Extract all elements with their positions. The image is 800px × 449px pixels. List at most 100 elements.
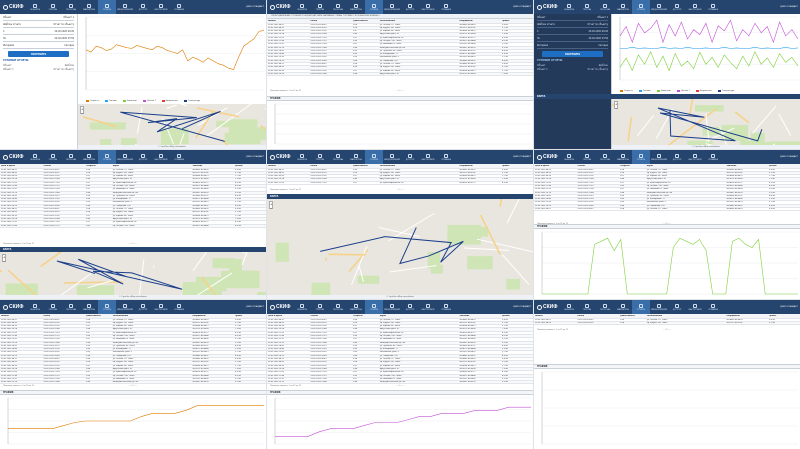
nav-item-6[interactable]: ДОСТУП [401, 150, 419, 164]
nav-item-7[interactable]: НАСТРОЙКИ [152, 300, 170, 314]
build-report-button[interactable]: ПОСТРОИТЬ [542, 51, 603, 57]
column-header[interactable]: Датчик [234, 165, 266, 167]
brand-logo[interactable]: СКИФ [534, 300, 560, 314]
legend-item[interactable]: Напряжение [695, 90, 712, 92]
legend-item[interactable]: Зажигание [122, 100, 137, 102]
nav-item-4[interactable]: ОТЧЕТЫ [632, 150, 650, 164]
user-menu[interactable]: ДЕМО-СТАНДАРТ [778, 0, 800, 14]
nav-item-6[interactable]: ДОСТУП [401, 300, 419, 314]
column-header[interactable]: Пробег [501, 20, 533, 22]
column-header[interactable]: Объект [577, 165, 620, 167]
nav-item-6[interactable]: ДОСТУП [668, 300, 686, 314]
column-header[interactable]: Скорость [352, 315, 379, 317]
nav-item-0[interactable]: ОБЪЕКТЫ [26, 150, 44, 164]
legend-item[interactable]: Температура [183, 100, 200, 102]
column-header[interactable]: Пробег [768, 315, 800, 317]
user-menu[interactable]: ДЕМО-СТАНДАРТ [244, 0, 266, 14]
user-menu[interactable]: ДЕМО-СТАНДАРТ [244, 150, 266, 164]
nav-item-8[interactable]: СПРАВКА [437, 0, 455, 14]
column-header[interactable]: Датчик [501, 315, 533, 317]
nav-item-1[interactable]: ГРУППЫ [311, 0, 329, 14]
column-header[interactable]: Дата и время [267, 315, 310, 317]
column-header[interactable]: Дата и время [534, 165, 577, 167]
nav-item-4[interactable]: ОТЧЕТЫ [632, 300, 650, 314]
nav-item-7[interactable]: НАСТРОЙКИ [686, 300, 704, 314]
nav-item-7[interactable]: НАСТРОЙКИ [419, 150, 437, 164]
nav-item-4[interactable]: ОТЧЕТЫ [98, 0, 116, 14]
nav-item-2[interactable]: ГЕОЗОНЫ [596, 0, 614, 14]
nav-item-0[interactable]: ОБЪЕКТЫ [560, 150, 578, 164]
column-header[interactable]: Датчик [768, 165, 800, 167]
column-header[interactable]: Расположение [646, 315, 726, 317]
sidebar-field[interactable]: Объект Объект 1 [537, 15, 608, 21]
zoom-control[interactable]: +− [269, 201, 273, 210]
table-row[interactable]: 20.02.2020 11:02 20.02.2020 11:29 0:27 ул. … [267, 182, 533, 185]
sidebar-field[interactable]: Интервал Сегодня [3, 43, 74, 49]
column-header[interactable]: Расположение [112, 315, 192, 317]
pagination[interactable]: « ‹ 1 › » [396, 90, 403, 92]
nav-item-5[interactable]: УВЕДОМЛЕНИЯ [650, 0, 668, 14]
nav-item-8[interactable]: СПРАВКА [437, 300, 455, 314]
column-header[interactable]: Длительность [352, 165, 379, 167]
column-header[interactable]: Координаты [191, 315, 234, 317]
nav-item-8[interactable]: СПРАВКА [170, 0, 188, 14]
nav-item-5[interactable]: УВЕДОМЛЕНИЯ [116, 0, 134, 14]
column-header[interactable]: Адрес [646, 165, 726, 167]
nav-item-0[interactable]: ОБЪЕКТЫ [293, 0, 311, 14]
nav-item-0[interactable]: ОБЪЕКТЫ [293, 300, 311, 314]
table-row[interactable]: 20.02.2020 13:10 20.02.2020 13:44 0:34 Комм… [0, 381, 266, 384]
nav-item-3[interactable]: МАРШРУТЫ [80, 300, 98, 314]
nav-item-6[interactable]: ДОСТУП [134, 300, 152, 314]
column-header[interactable]: Скорость [619, 165, 646, 167]
column-header[interactable]: Расположение [379, 165, 459, 167]
build-report-button[interactable]: ПОСТРОИТЬ [8, 51, 69, 57]
column-header[interactable]: Адрес [379, 315, 459, 317]
nav-item-6[interactable]: ДОСТУП [668, 0, 686, 14]
sidebar-field[interactable]: С 20.02.2020 00:00 [537, 29, 608, 35]
legend-item[interactable]: Топливо [638, 90, 651, 92]
nav-item-7[interactable]: НАСТРОЙКИ [152, 150, 170, 164]
nav-item-2[interactable]: ГЕОЗОНЫ [62, 300, 80, 314]
column-header[interactable]: Длительность [619, 315, 646, 317]
column-header[interactable]: Объект [43, 165, 86, 167]
nav-item-1[interactable]: ГРУППЫ [44, 0, 62, 14]
column-header[interactable]: Объект [310, 315, 353, 317]
user-menu[interactable]: ДЕМО-СТАНДАРТ [511, 150, 533, 164]
column-header[interactable]: Начало [0, 315, 43, 317]
column-header[interactable]: Пробег [501, 165, 533, 167]
brand-logo[interactable]: СКИФ [267, 150, 293, 164]
map-view[interactable]: +− © OpenStreetMap contributors [78, 104, 266, 149]
nav-item-7[interactable]: НАСТРОЙКИ [419, 0, 437, 14]
ready-report-row[interactable]: Объект 1 Отчет по объекту [537, 68, 608, 71]
nav-item-0[interactable]: ОБЪЕКТЫ [560, 0, 578, 14]
column-header[interactable]: Адрес [112, 165, 192, 167]
nav-item-6[interactable]: ДОСТУП [134, 0, 152, 14]
sidebar-field[interactable]: Шаблон отчета Отчет по объекту [537, 22, 608, 28]
sidebar-field[interactable]: Интервал Сегодня [537, 43, 608, 49]
nav-item-8[interactable]: СПРАВКА [170, 300, 188, 314]
nav-item-1[interactable]: ГРУППЫ [311, 300, 329, 314]
column-header[interactable]: Значение [191, 165, 234, 167]
nav-item-5[interactable]: УВЕДОМЛЕНИЯ [383, 150, 401, 164]
nav-item-3[interactable]: МАРШРУТЫ [614, 150, 632, 164]
user-menu[interactable]: ДЕМО-СТАНДАРТ [244, 300, 266, 314]
nav-item-3[interactable]: МАРШРУТЫ [347, 150, 365, 164]
nav-item-2[interactable]: ГЕОЗОНЫ [329, 0, 347, 14]
nav-item-0[interactable]: ОБЪЕКТЫ [560, 300, 578, 314]
legend-item[interactable]: Топливо [104, 100, 117, 102]
nav-item-4[interactable]: ОТЧЕТЫ [632, 0, 650, 14]
nav-item-0[interactable]: ОБЪЕКТЫ [293, 150, 311, 164]
nav-item-6[interactable]: ДОСТУП [134, 150, 152, 164]
table-row[interactable]: 20.02.2020 11:40 20.02.2020 12:15 0:35 пр. … [0, 224, 266, 228]
sidebar-field[interactable]: Шаблон отчета Отчет по объекту [3, 22, 74, 28]
sidebar-field[interactable]: По 20.02.2020 23:59 [3, 36, 74, 42]
nav-item-1[interactable]: ГРУППЫ [311, 150, 329, 164]
zoom-control[interactable]: +− [614, 101, 618, 110]
nav-item-5[interactable]: УВЕДОМЛЕНИЯ [116, 150, 134, 164]
column-header[interactable]: Начало [267, 165, 310, 167]
user-menu[interactable]: ДЕМО-СТАНДАРТ [778, 150, 800, 164]
nav-item-7[interactable]: НАСТРОЙКИ [686, 0, 704, 14]
nav-item-1[interactable]: ГРУППЫ [578, 150, 596, 164]
nav-item-2[interactable]: ГЕОЗОНЫ [62, 0, 80, 14]
column-header[interactable]: Длительность [352, 20, 379, 22]
